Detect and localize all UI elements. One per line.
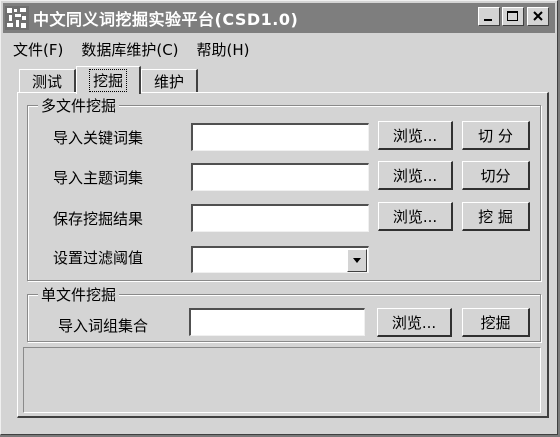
topics-file-field[interactable] (191, 163, 369, 191)
phrases-file-field[interactable] (189, 308, 365, 336)
menu-file[interactable]: 文件(F) (5, 39, 73, 60)
main-window: 中文同义词挖掘实验平台(CSD1.0) 文件(F) 数据库维护(C) 帮助(H)… (0, 0, 558, 435)
title-bar[interactable]: 中文同义词挖掘实验平台(CSD1.0) (3, 3, 555, 33)
topics-split-button[interactable]: 切分 (462, 161, 530, 190)
app-icon[interactable] (5, 6, 29, 30)
multi-file-group-title: 多文件挖掘 (38, 95, 120, 116)
phrases-browse-button[interactable]: 浏览... (377, 308, 452, 337)
keywords-split-button[interactable]: 切 分 (462, 121, 530, 150)
minimize-button[interactable] (478, 7, 500, 26)
status-area (23, 347, 541, 413)
menu-database-maintenance[interactable]: 数据库维护(C) (73, 39, 188, 60)
save-results-field[interactable] (191, 204, 369, 232)
threshold-dropdown-button[interactable] (347, 249, 367, 272)
single-mine-button[interactable]: 挖掘 (462, 308, 530, 337)
tab-test[interactable]: 测试 (19, 69, 77, 93)
tab-maintenance-label: 维护 (154, 73, 185, 91)
threshold-label: 设置过滤阈值 (53, 249, 144, 267)
close-icon (533, 11, 543, 21)
menu-help[interactable]: 帮助(H) (189, 39, 260, 60)
save-browse-button[interactable]: 浏览... (378, 202, 453, 231)
import-topics-label: 导入主题词集 (53, 169, 144, 187)
import-keywords-label: 导入关键词集 (53, 129, 144, 147)
tab-maintenance[interactable]: 维护 (141, 69, 199, 93)
chevron-down-icon (353, 258, 361, 263)
keywords-browse-button[interactable]: 浏览... (378, 121, 453, 150)
tab-test-label: 测试 (32, 73, 63, 91)
close-button[interactable] (527, 7, 549, 26)
topics-browse-button[interactable]: 浏览... (378, 161, 453, 190)
save-results-label: 保存挖掘结果 (53, 210, 144, 228)
keywords-file-field[interactable] (191, 123, 369, 151)
window-title: 中文同义词挖掘实验平台(CSD1.0) (33, 10, 299, 29)
minimize-icon (484, 19, 492, 21)
threshold-select[interactable] (191, 246, 369, 273)
import-phrases-label: 导入词组集合 (58, 317, 149, 335)
menu-bar: 文件(F) 数据库维护(C) 帮助(H) (5, 37, 260, 61)
single-file-group-title: 单文件挖掘 (38, 284, 120, 305)
tab-strip: 测试 挖掘 维护 (19, 65, 199, 94)
tab-mining-label: 挖掘 (89, 69, 128, 92)
multi-mine-button[interactable]: 挖 掘 (462, 202, 530, 231)
maximize-button[interactable] (502, 7, 524, 26)
maximize-icon (507, 11, 518, 21)
tab-mining[interactable]: 挖掘 (76, 66, 142, 94)
